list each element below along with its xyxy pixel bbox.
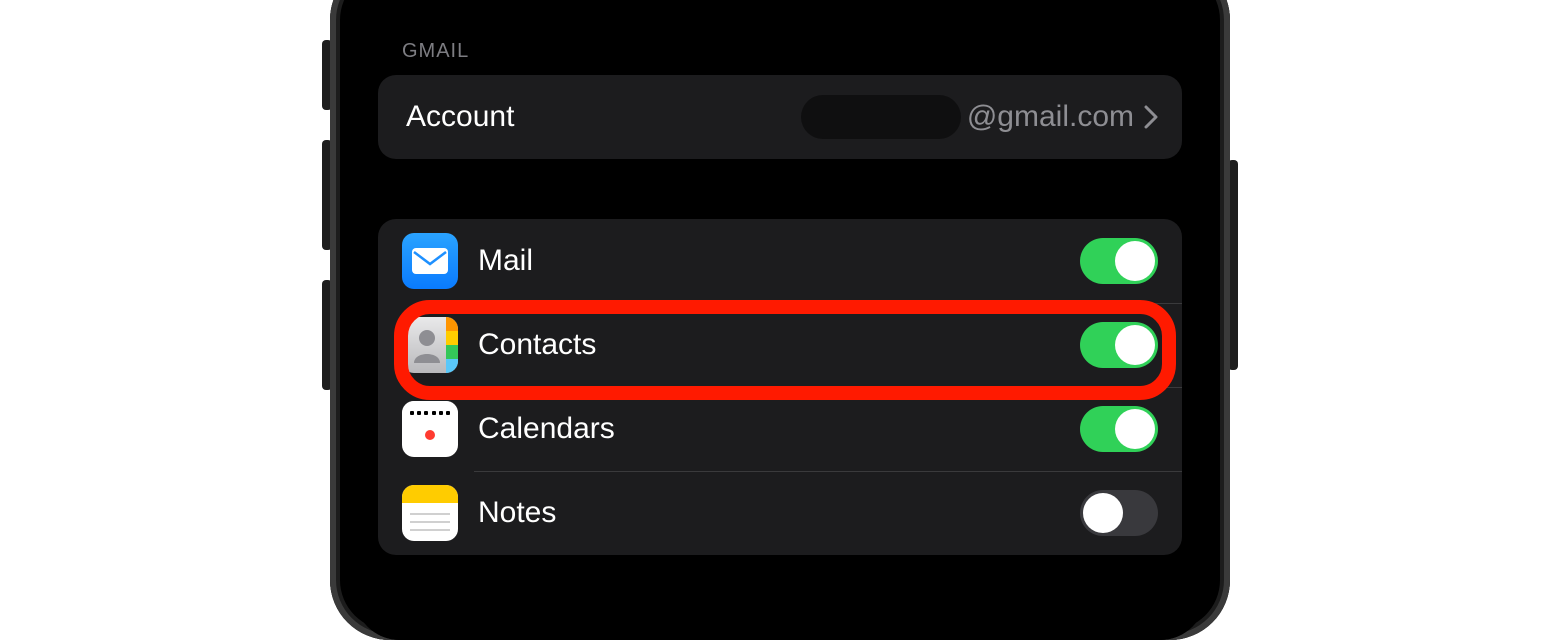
phone-screen: GMAIL Account @gmail.com Mail Contacts Cal… xyxy=(354,0,1206,640)
service-row-notes: Notes xyxy=(378,471,1182,555)
service-row-mail: Mail xyxy=(378,219,1182,303)
section-header-gmail: GMAIL xyxy=(354,0,1206,75)
settings-account-screen: GMAIL Account @gmail.com Mail Contacts Cal… xyxy=(354,0,1206,640)
phone-frame: GMAIL Account @gmail.com Mail Contacts Cal… xyxy=(330,0,1230,640)
toggle-mail[interactable] xyxy=(1080,238,1158,284)
services-group: Mail Contacts Calendars Notes xyxy=(378,219,1182,555)
toggle-calendars[interactable] xyxy=(1080,406,1158,452)
service-label-calendars: Calendars xyxy=(478,412,1080,446)
service-label-mail: Mail xyxy=(478,244,1080,278)
toggle-notes[interactable] xyxy=(1080,490,1158,536)
account-row[interactable]: Account @gmail.com xyxy=(378,75,1182,159)
account-label: Account xyxy=(404,100,801,134)
account-email-domain: @gmail.com xyxy=(967,100,1134,134)
chevron-right-icon xyxy=(1144,105,1158,129)
notes-icon xyxy=(402,485,458,541)
group-spacer xyxy=(354,159,1206,219)
toggle-contacts[interactable] xyxy=(1080,322,1158,368)
mail-icon xyxy=(402,233,458,289)
service-label-notes: Notes xyxy=(478,496,1080,530)
account-group: Account @gmail.com xyxy=(378,75,1182,159)
calendar-icon xyxy=(402,401,458,457)
contacts-icon xyxy=(402,317,458,373)
account-email-redacted xyxy=(801,95,961,139)
service-row-calendars: Calendars xyxy=(378,387,1182,471)
service-row-contacts: Contacts xyxy=(378,303,1182,387)
service-label-contacts: Contacts xyxy=(478,328,1080,362)
